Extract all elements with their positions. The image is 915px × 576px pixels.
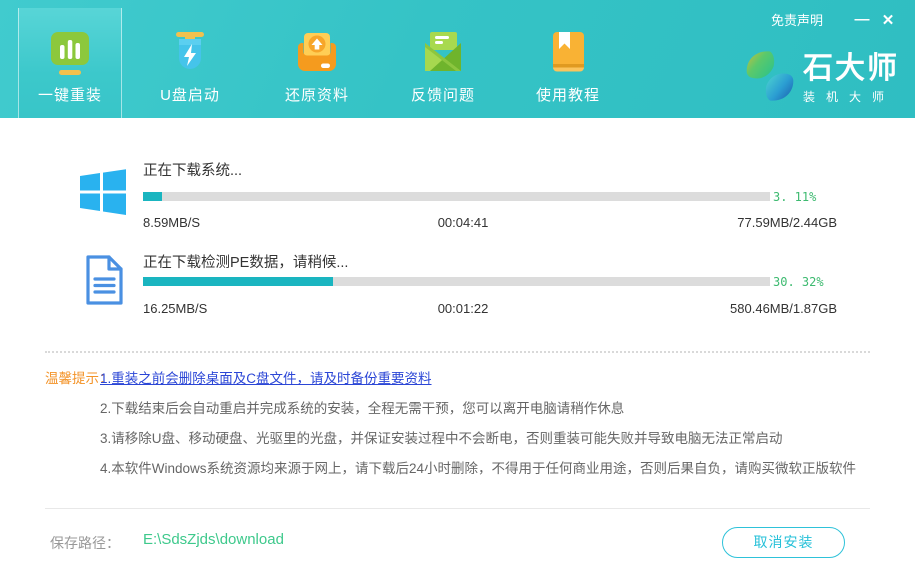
close-button[interactable]: ✕: [875, 11, 901, 29]
progress-percent: 30. 32%: [773, 275, 824, 289]
download-size: 77.59MB/2.44GB: [737, 215, 837, 230]
progress-percent: 3. 11%: [773, 190, 816, 204]
header: 一键重装 U盘启动: [0, 0, 915, 118]
download-size: 580.46MB/1.87GB: [730, 301, 837, 316]
download-title: 正在下载系统...: [143, 159, 242, 180]
dashed-divider: [45, 351, 870, 353]
tip-item-backup-warning[interactable]: 1.重装之前会删除桌面及C盘文件，请及时备份重要资料: [100, 367, 432, 387]
disclaimer-link[interactable]: 免责声明: [771, 10, 823, 29]
download-speed: 16.25MB/S: [143, 301, 207, 316]
progress-bar-system: [143, 192, 770, 201]
tab-tutorial[interactable]: 使用教程: [516, 8, 620, 118]
app-window: 一键重装 U盘启动: [0, 0, 915, 576]
tab-one-key-reinstall[interactable]: 一键重装: [18, 8, 122, 118]
restore-icon: [265, 8, 369, 78]
windows-logo: [78, 166, 128, 223]
minimize-button[interactable]: —: [849, 11, 875, 28]
tab-label: U盘启动: [138, 84, 242, 105]
usb-icon: [138, 8, 242, 78]
tab-feedback[interactable]: 反馈问题: [391, 8, 495, 118]
save-path-label: 保存路径：: [50, 533, 120, 553]
tab-label: 反馈问题: [391, 84, 495, 105]
download-time: 00:01:22: [438, 301, 489, 316]
brand-swirl-icon: [743, 48, 797, 109]
chart-icon: [19, 8, 121, 78]
download-title: 正在下载检测PE数据，请稍候...: [143, 251, 348, 272]
download-speed: 8.59MB/S: [143, 215, 200, 230]
progress-fill: [143, 277, 333, 286]
download-time: 00:04:41: [438, 215, 489, 230]
tip-item: 3.请移除U盘、移动硬盘、光驱里的光盘，并保证安装过程中不会断电，否则重装可能失…: [100, 427, 783, 447]
titlebar: 免责声明 — ✕: [771, 10, 901, 29]
tab-restore-data[interactable]: 还原资料: [265, 8, 369, 118]
document-icon: [80, 254, 128, 311]
progress-bar-pe: [143, 277, 770, 286]
tab-label: 使用教程: [516, 84, 620, 105]
tab-usb-boot[interactable]: U盘启动: [138, 8, 242, 118]
tab-label: 一键重装: [19, 84, 121, 105]
brand-name: 石大师: [803, 53, 899, 85]
footer-divider: [45, 508, 870, 509]
book-icon: [516, 8, 620, 78]
brand-subtitle: 装机大师: [803, 88, 899, 105]
cancel-install-button[interactable]: 取消安装: [722, 527, 845, 558]
tip-item: 2.下载结束后会自动重启并完成系统的安装，全程无需干预，您可以离开电脑请稍作休息: [100, 397, 624, 417]
tip-item: 4.本软件Windows系统资源均来源于网上，请下载后24小时删除，不得用于任何…: [100, 457, 856, 477]
brand-logo: 石大师 装机大师: [743, 48, 899, 109]
save-path-value[interactable]: E:\SdsZjds\download: [143, 531, 284, 548]
feedback-icon: [391, 8, 495, 78]
progress-fill: [143, 192, 162, 201]
tab-label: 还原资料: [265, 84, 369, 105]
